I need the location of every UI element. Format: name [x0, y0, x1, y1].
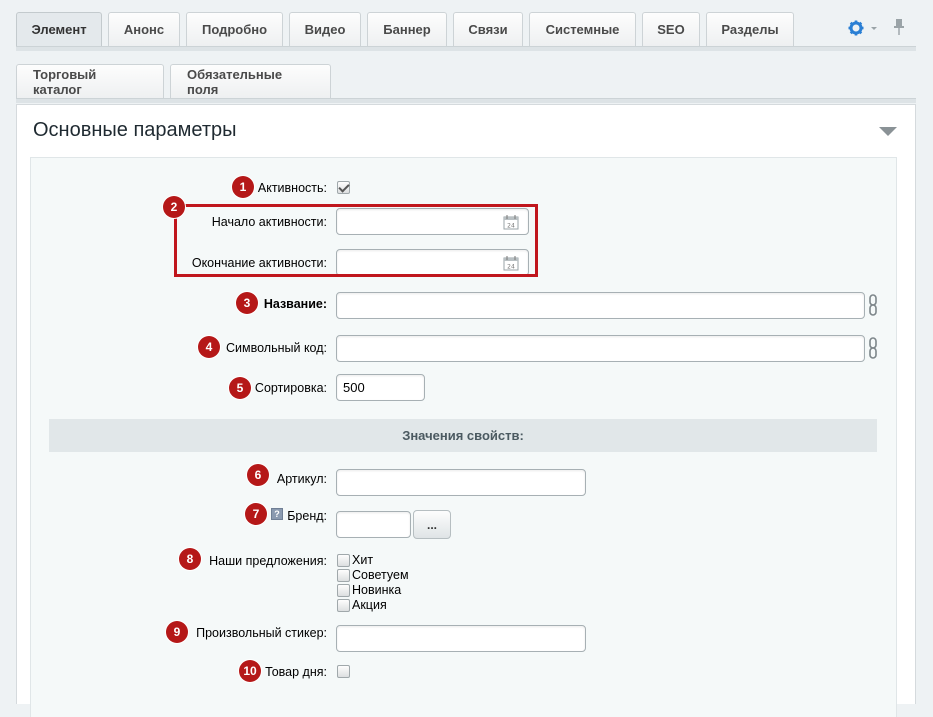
offer-checkbox-recommend[interactable] [337, 569, 350, 582]
article-input[interactable] [336, 469, 586, 496]
tab-element[interactable]: Элемент [16, 12, 102, 46]
tab-details[interactable]: Подробно [186, 12, 283, 46]
badge-10: 10 [239, 660, 261, 682]
badge-7: 7 [245, 503, 267, 525]
tab-video[interactable]: Видео [289, 12, 361, 46]
pin-icon [894, 19, 904, 35]
badge-3: 3 [236, 292, 258, 314]
brand-input[interactable] [336, 511, 411, 538]
main-params-panel: Основные параметры [16, 104, 916, 717]
tab-sections[interactable]: Разделы [706, 12, 794, 46]
offer-checkbox-sale[interactable] [337, 599, 350, 612]
brand-label: Бренд: [287, 509, 327, 523]
tab-announce[interactable]: Анонс [108, 12, 180, 46]
badge-9: 9 [166, 621, 188, 643]
badge-2: 2 [163, 196, 185, 218]
pin-button[interactable] [891, 17, 907, 37]
tab-seo[interactable]: SEO [642, 12, 700, 46]
name-label: Название: [263, 297, 327, 311]
offer-label-new: Новинка [352, 583, 402, 597]
deal-of-day-checkbox[interactable] [337, 665, 350, 678]
brand-select-button[interactable]: ... [413, 510, 451, 539]
tab-links[interactable]: Связи [453, 12, 523, 46]
chevron-down-icon [871, 27, 877, 30]
chain-link-icon[interactable] [868, 337, 878, 359]
properties-header: Значения свойств: [49, 419, 877, 452]
active-checkbox[interactable] [337, 181, 350, 194]
offer-checkbox-hit[interactable] [337, 554, 350, 567]
settings-menu-button[interactable] [848, 18, 880, 38]
sort-label: Сортировка: [254, 381, 327, 395]
offer-checkbox-new[interactable] [337, 584, 350, 597]
badge-5: 5 [229, 377, 251, 399]
name-input[interactable] [336, 292, 865, 319]
sort-input[interactable] [336, 374, 425, 401]
subtab-divider [16, 98, 916, 103]
offer-label-hit: Хит [352, 553, 374, 567]
tab-trade-catalog[interactable]: Торговый каталог [16, 64, 164, 98]
tab-banner[interactable]: Баннер [367, 12, 447, 46]
gear-icon [848, 20, 864, 36]
panel-title: Основные параметры [33, 119, 237, 141]
badge-4: 4 [198, 336, 220, 358]
code-label: Символьный код: [226, 341, 327, 355]
offer-label-recommend: Советуем [352, 568, 409, 582]
tab-divider [16, 46, 916, 51]
active-period-highlight [174, 204, 538, 277]
deal-of-day-label: Товар дня: [265, 665, 327, 679]
badge-1: 1 [232, 176, 254, 198]
triangle-down-icon[interactable] [879, 127, 897, 137]
sticker-label: Произвольный стикер: [196, 626, 327, 640]
symbolic-code-input[interactable] [336, 335, 865, 362]
main-tabs: Элемент Анонс Подробно Видео Баннер Связ… [16, 12, 800, 46]
tab-required-fields[interactable]: Обязательные поля [170, 64, 331, 98]
active-label: Активность: [257, 181, 327, 195]
offer-label-sale: Акция [352, 598, 387, 612]
badge-8: 8 [179, 548, 201, 570]
sticker-input[interactable] [336, 625, 586, 652]
offers-label: Наши предложения: [209, 554, 327, 568]
tab-system[interactable]: Системные [529, 12, 636, 46]
sub-tabs: Торговый каталог Обязательные поля [16, 64, 337, 98]
help-icon[interactable]: ? [271, 508, 283, 520]
badge-6: 6 [247, 464, 269, 486]
chain-link-icon[interactable] [868, 294, 878, 316]
article-label: Артикул: [276, 472, 327, 486]
